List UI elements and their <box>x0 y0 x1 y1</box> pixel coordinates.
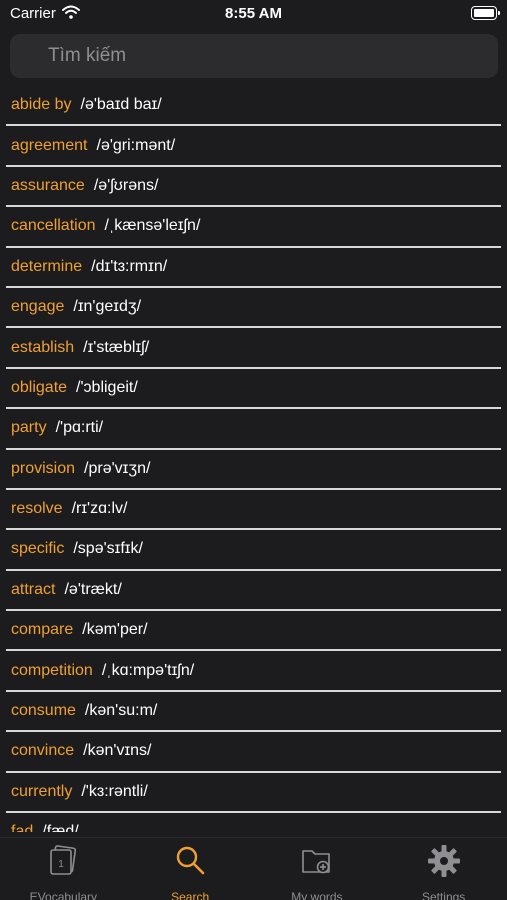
word-pronunciation: /spə'sɪfɪk/ <box>73 540 143 558</box>
word-term: consume <box>11 702 76 720</box>
word-term: currently <box>11 782 73 800</box>
word-pronunciation: /'ɔbligeit/ <box>76 378 138 396</box>
tab-settings[interactable]: Settings <box>380 838 507 900</box>
word-term: agreement <box>11 136 88 154</box>
word-pronunciation: /prə'vɪʒn/ <box>84 459 151 477</box>
word-row[interactable]: assurance/ə'ʃʊrəns/ <box>6 167 501 208</box>
search-input[interactable] <box>48 34 488 78</box>
word-term: compare <box>11 621 74 639</box>
status-bar: Carrier 8:55 AM <box>0 0 507 28</box>
word-term: party <box>11 419 47 437</box>
tab-label: EVocabulary <box>29 890 98 900</box>
word-row[interactable]: convince/kən'vɪns/ <box>6 732 501 773</box>
flashcards-icon: 1 <box>47 844 79 883</box>
word-pronunciation: /kəm'per/ <box>82 621 148 639</box>
word-row[interactable]: consume/kən'su:m/ <box>6 692 501 733</box>
word-row[interactable]: compare/kəm'per/ <box>6 611 501 652</box>
word-pronunciation: /'pɑ:rti/ <box>55 419 104 437</box>
word-term: establish <box>11 338 75 356</box>
word-pronunciation: /ˌkɑ:mpə'tɪʃn/ <box>101 661 195 679</box>
word-row[interactable]: provision/prə'vɪʒn/ <box>6 450 501 490</box>
word-row[interactable]: establish/ɪ'stæblɪʃ/ <box>6 328 501 369</box>
search-icon <box>174 844 206 883</box>
word-pronunciation: /ə'trækt/ <box>64 580 122 598</box>
word-pronunciation: /kən'vɪns/ <box>83 742 152 760</box>
word-row[interactable]: cancellation/ˌkænsə'leɪʃn/ <box>6 207 501 248</box>
status-time: 8:55 AM <box>225 5 282 22</box>
word-term: convince <box>11 742 75 760</box>
word-term: obligate <box>11 378 68 396</box>
tab-evocabulary[interactable]: 1 EVocabulary <box>0 838 127 900</box>
battery-icon <box>471 6 500 20</box>
tab-label: Settings <box>421 890 466 900</box>
word-pronunciation: /ə'gri:mənt/ <box>96 136 176 154</box>
word-row[interactable]: currently /'kɜ:rəntli/ <box>6 773 501 814</box>
folder-add-icon <box>301 844 333 883</box>
word-term: provision <box>11 459 76 477</box>
word-row[interactable]: competition/ˌkɑ:mpə'tɪʃn/ <box>6 651 501 692</box>
word-pronunciation: /ə'baɪd baɪ/ <box>80 96 162 114</box>
tab-label: Search <box>171 890 210 900</box>
word-list[interactable]: abide by/ə'baɪd baɪ/agreement/ə'gri:mənt… <box>0 86 507 832</box>
word-term: assurance <box>11 176 85 194</box>
word-term: resolve <box>11 500 63 518</box>
tab-bar: 1 EVocabulary Search My words Settings <box>0 837 507 900</box>
word-term: engage <box>11 298 65 316</box>
word-pronunciation: /ɪ'stæblɪʃ/ <box>83 338 150 356</box>
word-pronunciation: /ˌkænsə'leɪʃn/ <box>104 217 201 235</box>
word-row[interactable]: obligate /'ɔbligeit/ <box>6 369 501 410</box>
word-term: specific <box>11 540 65 558</box>
word-pronunciation: /ə'ʃʊrəns/ <box>93 176 159 194</box>
svg-text:1: 1 <box>59 859 65 870</box>
word-pronunciation: /rɪ'zɑ:lv/ <box>71 500 128 518</box>
word-pronunciation: /kən'su:m/ <box>84 702 158 720</box>
word-row[interactable]: determine/dɪ'tɜ:rmɪn/ <box>6 248 501 288</box>
gear-icon <box>427 844 460 883</box>
word-term: attract <box>11 580 56 598</box>
word-row[interactable]: agreement/ə'gri:mənt/ <box>6 126 501 167</box>
word-row[interactable]: resolve/rɪ'zɑ:lv/ <box>6 490 501 531</box>
word-term: fad <box>11 823 34 832</box>
tab-my-words[interactable]: My words <box>254 838 381 900</box>
word-row[interactable]: engage/ɪn'geɪdʒ/ <box>6 288 501 329</box>
word-row[interactable]: abide by/ə'baɪd baɪ/ <box>6 86 501 127</box>
word-term: abide by <box>11 96 72 114</box>
word-row[interactable]: specific/spə'sɪfɪk/ <box>6 530 501 571</box>
word-term: cancellation <box>11 217 96 235</box>
tab-search[interactable]: Search <box>127 838 254 900</box>
word-term: competition <box>11 661 93 679</box>
word-pronunciation: /dɪ'tɜ:rmɪn/ <box>91 257 168 275</box>
word-row[interactable]: party /'pɑ:rti/ <box>6 409 501 450</box>
word-pronunciation: /ɪn'geɪdʒ/ <box>73 298 142 316</box>
search-bar[interactable] <box>10 34 498 78</box>
tab-label: My words <box>291 890 343 900</box>
word-term: determine <box>11 257 83 275</box>
word-row[interactable]: fad/fæd/ <box>6 813 501 832</box>
word-row[interactable]: attract/ə'trækt/ <box>6 571 501 612</box>
word-pronunciation: /'kɜ:rəntli/ <box>81 782 148 800</box>
word-pronunciation: /fæd/ <box>42 823 79 832</box>
